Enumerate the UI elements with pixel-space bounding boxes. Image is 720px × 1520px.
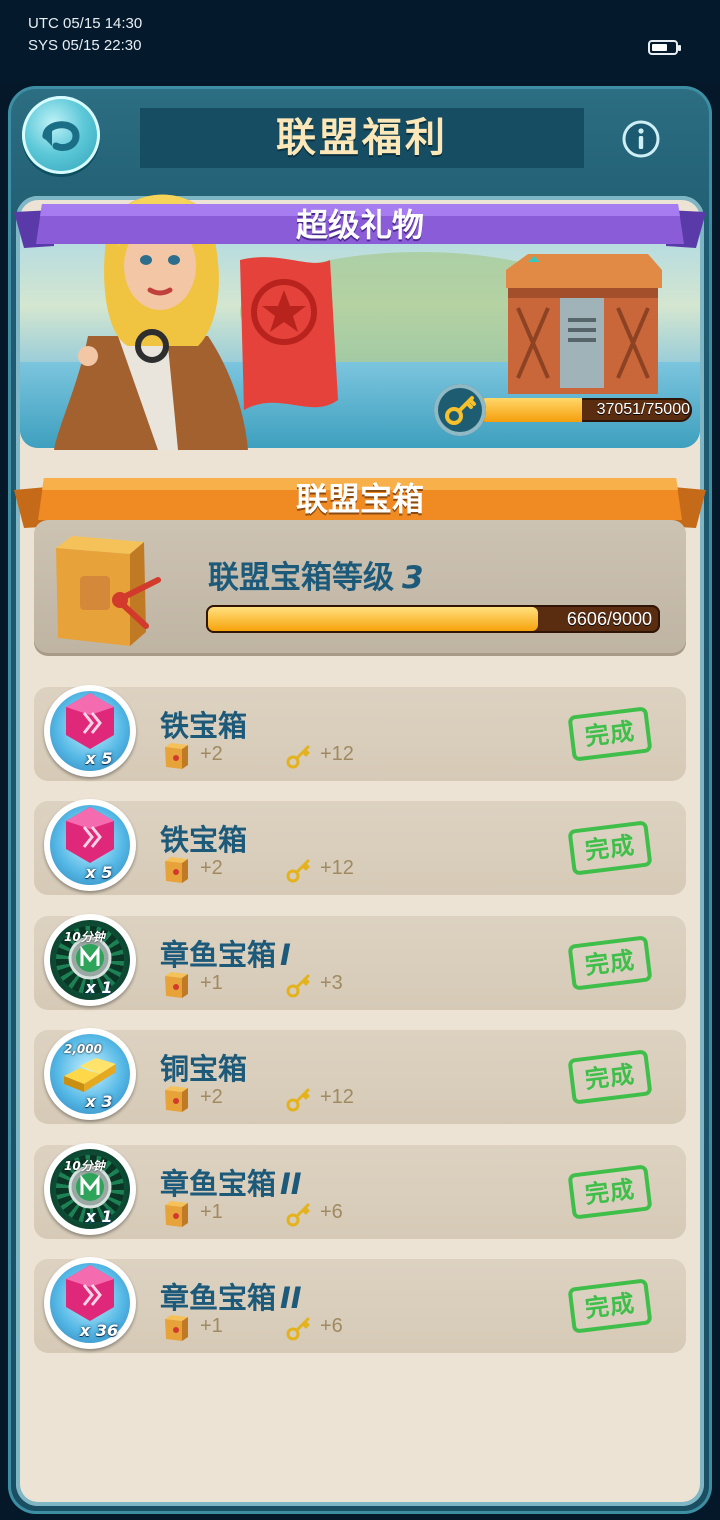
- chest-reward-value: +1: [200, 972, 223, 994]
- utc-time: UTC 05/15 14:30: [28, 15, 143, 32]
- task-name-text: 铜宝箱: [160, 1052, 248, 1086]
- key-reward-icon: [286, 859, 310, 883]
- task-complete-stamp: 完成: [567, 706, 653, 762]
- task-name: 铁宝箱: [160, 703, 247, 745]
- chest-reward-icon: [165, 1201, 188, 1227]
- alliance-chest-level: 联盟宝箱等级 3: [208, 552, 424, 597]
- task-quantity: x 1: [85, 978, 113, 997]
- battery-icon: [648, 40, 681, 55]
- super-gift-ribbon: [14, 204, 706, 248]
- task-badge: 10分钟: [64, 1159, 105, 1173]
- task-quantity: x 5: [85, 863, 113, 882]
- task-badge: 2,000: [64, 1042, 102, 1056]
- task-name: 章鱼宝箱 II: [160, 1161, 302, 1203]
- alliance-chest-icon: [56, 536, 161, 646]
- task-name-text: 章鱼宝箱: [160, 938, 277, 972]
- task-name: 章鱼宝箱 I: [160, 932, 291, 974]
- task-reward-icon: 10分钟 x 1: [44, 1143, 136, 1235]
- task-quantity: x 36: [79, 1321, 119, 1340]
- task-row[interactable]: x 5 铁宝箱 +2 +12 完成: [34, 799, 686, 895]
- chest-reward-icon: [165, 857, 188, 883]
- key-reward-icon: [286, 1203, 310, 1227]
- chest-reward-value: +1: [200, 1315, 223, 1337]
- task-reward-icon: 10分钟 x 1: [44, 914, 136, 1006]
- key-progress-text: 37051/75000: [596, 401, 690, 418]
- chest-reward-value: +2: [200, 743, 223, 765]
- chest-reward-value: +2: [200, 857, 223, 879]
- key-reward-value: +6: [320, 1201, 343, 1223]
- task-badge: 10分钟: [64, 930, 105, 944]
- task-complete-stamp: 完成: [567, 1278, 653, 1334]
- task-name: 章鱼宝箱 II: [160, 1275, 302, 1317]
- page-title-band: 联盟福利: [140, 108, 584, 168]
- task-name-text: 铁宝箱: [160, 709, 248, 743]
- task-complete-stamp: 完成: [567, 820, 653, 876]
- super-gift-crate-icon: [506, 254, 662, 394]
- task-row[interactable]: 2,000 x 3 铜宝箱 +2 +12 完成: [34, 1028, 686, 1124]
- key-reward-icon: [286, 745, 310, 769]
- chest-reward-icon: [165, 1086, 188, 1112]
- chest-reward-value: +2: [200, 1086, 223, 1108]
- task-tier: I: [280, 938, 291, 972]
- task-name: 铁宝箱: [160, 817, 247, 859]
- back-arrow-icon: [42, 121, 80, 152]
- super-gift-key-progress: 37051/75000: [434, 384, 696, 436]
- chest-reward-icon: [165, 743, 188, 769]
- status-bar: UTC 05/15 14:30 SYS 05/15 22:30: [0, 0, 720, 82]
- alliance-chest-progress-text: 6606/9000: [566, 609, 652, 629]
- sys-time: SYS 05/15 22:30: [28, 37, 142, 54]
- alliance-chest-level-value: 3: [402, 560, 424, 596]
- key-icon: [445, 396, 476, 425]
- task-name-text: 铁宝箱: [160, 823, 248, 857]
- back-button[interactable]: [22, 96, 100, 174]
- task-complete-stamp: 完成: [567, 1164, 653, 1220]
- info-icon[interactable]: [620, 118, 662, 160]
- task-complete-stamp: 完成: [567, 1049, 653, 1105]
- task-tier: II: [280, 1167, 302, 1201]
- key-reward-value: +12: [320, 1086, 354, 1108]
- task-row[interactable]: x 5 铁宝箱 +2 +12 完成: [34, 685, 686, 781]
- task-quantity: x 3: [85, 1092, 113, 1111]
- alliance-chest-progress: 6606/9000: [206, 605, 660, 633]
- key-reward-value: +12: [320, 743, 354, 765]
- task-row[interactable]: x 36 章鱼宝箱 II +1 +6 完成: [34, 1257, 686, 1353]
- task-quantity: x 1: [85, 1207, 113, 1226]
- task-complete-stamp: 完成: [567, 935, 653, 991]
- task-name-text: 章鱼宝箱: [160, 1167, 277, 1201]
- task-name-text: 章鱼宝箱: [160, 1281, 277, 1315]
- page-title: 联盟福利: [276, 115, 448, 161]
- key-reward-value: +12: [320, 857, 354, 879]
- key-reward-value: +3: [320, 972, 343, 994]
- key-reward-value: +6: [320, 1315, 343, 1337]
- chest-reward-icon: [165, 1315, 188, 1341]
- key-reward-icon: [286, 1088, 310, 1112]
- alliance-chest-level-label: 联盟宝箱等级: [208, 560, 394, 596]
- task-reward-icon: 2,000 x 3: [44, 1028, 136, 1120]
- task-reward-icon: x 5: [44, 685, 136, 777]
- task-row[interactable]: 10分钟 x 1 章鱼宝箱 I +1 +3 完成: [34, 914, 686, 1010]
- task-reward-icon: x 5: [44, 799, 136, 891]
- key-reward-icon: [286, 1317, 310, 1341]
- task-row[interactable]: 10分钟 x 1 章鱼宝箱 II +1 +6 完成: [34, 1143, 686, 1239]
- chest-reward-value: +1: [200, 1201, 223, 1223]
- chest-reward-icon: [165, 972, 188, 998]
- task-quantity: x 5: [85, 749, 113, 768]
- key-reward-icon: [286, 974, 310, 998]
- task-reward-icon: x 36: [44, 1257, 136, 1349]
- task-name: 铜宝箱: [160, 1046, 247, 1088]
- task-tier: II: [280, 1281, 302, 1315]
